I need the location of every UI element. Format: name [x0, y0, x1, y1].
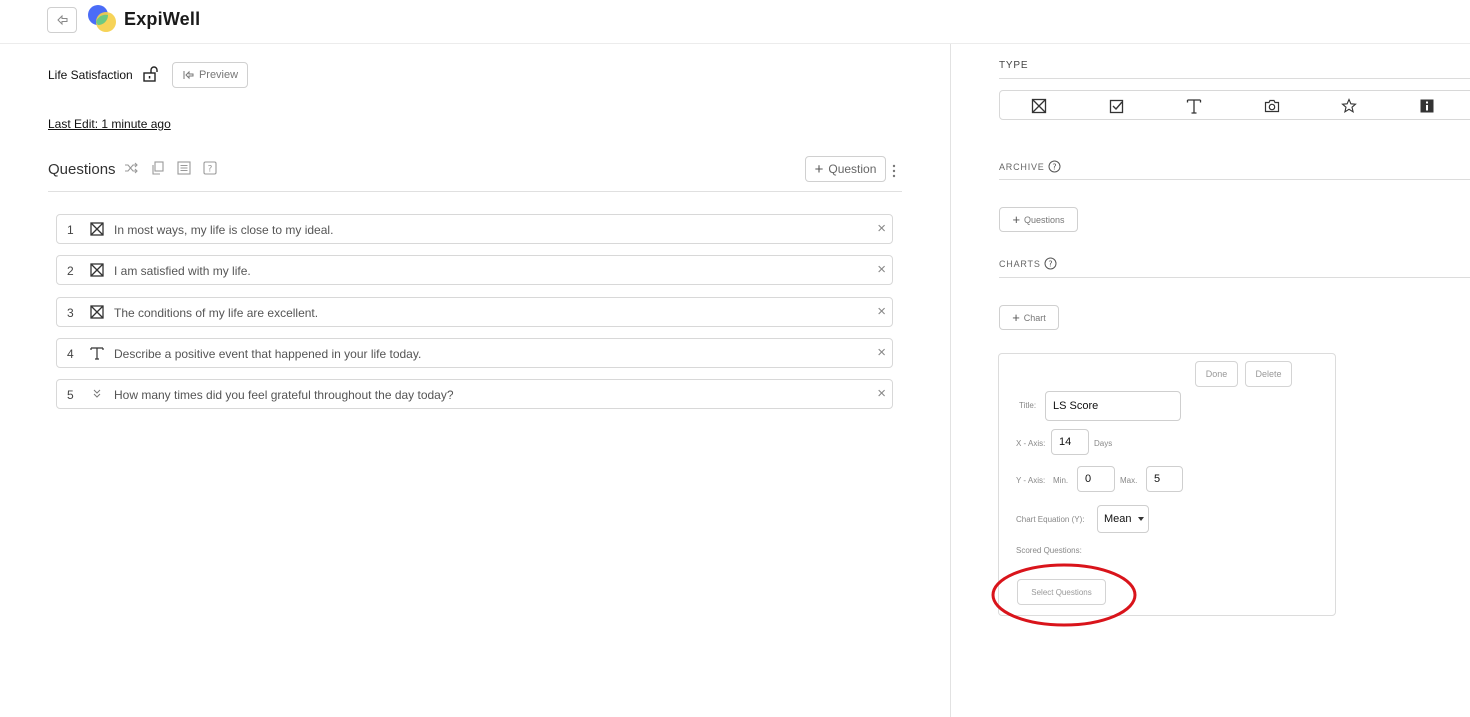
- preview-icon: [183, 70, 194, 80]
- add-archive-questions-button[interactable]: + Questions: [999, 207, 1078, 232]
- checkbox-icon[interactable]: [1109, 98, 1125, 114]
- question-row[interactable]: 5 How many times did you feel grateful t…: [56, 379, 893, 409]
- unlock-icon[interactable]: [142, 65, 160, 83]
- plus-icon: +: [1012, 310, 1020, 325]
- camera-icon[interactable]: [1264, 98, 1280, 114]
- app-name: ExpiWell: [124, 9, 201, 29]
- question-number: 2: [67, 264, 74, 278]
- question-number: 1: [67, 223, 74, 237]
- question-text: I am satisfied with my life.: [114, 264, 251, 278]
- caret-down-icon: [1137, 517, 1144, 521]
- svg-text:?: ?: [208, 165, 213, 175]
- question-row[interactable]: 1 In most ways, my life is close to my i…: [56, 214, 893, 244]
- charts-section-label: CHARTS: [999, 259, 1041, 269]
- archive-section-label: ARCHIVE: [999, 162, 1045, 172]
- copy-icon[interactable]: [151, 161, 165, 175]
- expiwell-logo-icon: [88, 5, 116, 32]
- equation-value: Mean: [1104, 513, 1132, 525]
- survey-title: Life Satisfaction: [48, 68, 133, 82]
- x-axis-unit: Days: [1094, 439, 1113, 448]
- question-text: How many times did you feel grateful thr…: [114, 388, 454, 402]
- type-divider: [999, 78, 1470, 79]
- svg-text:?: ?: [1052, 163, 1056, 172]
- add-question-button[interactable]: + Question: [805, 156, 886, 182]
- question-text: In most ways, my life is close to my ide…: [114, 223, 334, 237]
- close-icon[interactable]: ×: [877, 261, 886, 279]
- multiple-choice-icon: [90, 222, 104, 236]
- question-row[interactable]: 3 The conditions of my life are excellen…: [56, 297, 893, 327]
- question-number: 3: [67, 306, 74, 320]
- close-icon[interactable]: ×: [877, 385, 886, 403]
- x-axis-input[interactable]: 14: [1051, 429, 1089, 455]
- questions-heading: Questions: [48, 161, 116, 178]
- charts-divider: [999, 277, 1470, 278]
- close-icon[interactable]: ×: [877, 220, 886, 238]
- preview-label: Preview: [198, 69, 239, 81]
- plus-icon: +: [1012, 212, 1021, 227]
- shuffle-icon[interactable]: [124, 161, 138, 175]
- chart-button-label: Chart: [1023, 312, 1046, 323]
- y-max-input[interactable]: 5: [1146, 466, 1183, 492]
- equation-label: Chart Equation (Y):: [1016, 515, 1085, 524]
- plus-icon: +: [814, 160, 824, 178]
- question-help-icon[interactable]: ?: [203, 161, 217, 175]
- scored-questions-label: Scored Questions:: [1016, 546, 1082, 555]
- text-icon: [90, 347, 104, 360]
- star-icon[interactable]: [1341, 98, 1357, 114]
- highlight-ellipse: [991, 563, 1137, 627]
- list-icon[interactable]: [177, 161, 191, 175]
- archive-button-label: Questions: [1024, 214, 1065, 225]
- y-axis-label: Y - Axis:: [1016, 476, 1046, 485]
- done-button[interactable]: Done: [1195, 361, 1238, 387]
- question-number: 5: [67, 388, 74, 402]
- text-icon[interactable]: [1186, 98, 1202, 114]
- type-section-label: TYPE: [999, 60, 1029, 71]
- question-number: 4: [67, 347, 74, 361]
- y-min-input[interactable]: 0: [1077, 466, 1115, 492]
- question-row[interactable]: 2 I am satisfied with my life. ×: [56, 255, 893, 285]
- back-button[interactable]: [47, 7, 77, 33]
- x-axis-label: X - Axis:: [1016, 439, 1046, 448]
- delete-button[interactable]: Delete: [1245, 361, 1292, 387]
- preview-button[interactable]: Preview: [172, 62, 248, 88]
- question-type-bar: [999, 90, 1470, 120]
- help-circle-icon[interactable]: ?: [1044, 257, 1057, 270]
- chart-title-input[interactable]: LS Score: [1045, 391, 1181, 421]
- numeric-icon: [93, 389, 101, 398]
- add-chart-button[interactable]: + Chart: [999, 305, 1059, 330]
- panel-divider: [950, 44, 951, 717]
- equation-select[interactable]: Mean: [1097, 505, 1149, 533]
- question-text: Describe a positive event that happened …: [114, 347, 422, 361]
- y-max-label: Max.: [1120, 476, 1138, 485]
- top-bar: ExpiWell: [0, 0, 1470, 44]
- title-label: Title:: [1019, 401, 1037, 410]
- help-circle-icon[interactable]: ?: [1048, 160, 1061, 173]
- multiple-choice-icon: [90, 263, 104, 277]
- question-row[interactable]: 4 Describe a positive event that happene…: [56, 338, 893, 368]
- info-icon[interactable]: [1419, 98, 1435, 114]
- back-arrow-icon: [57, 14, 68, 26]
- archive-divider: [999, 179, 1470, 180]
- multiple-choice-icon[interactable]: [1031, 98, 1047, 114]
- multiple-choice-icon: [90, 305, 104, 319]
- close-icon[interactable]: ×: [877, 344, 886, 362]
- svg-text:?: ?: [1048, 260, 1052, 269]
- question-text: The conditions of my life are excellent.: [114, 306, 319, 320]
- more-options-icon[interactable]: [892, 164, 896, 178]
- add-question-label: Question: [828, 162, 877, 176]
- close-icon[interactable]: ×: [877, 303, 886, 321]
- last-edit-link[interactable]: Last Edit: 1 minute ago: [48, 117, 171, 131]
- y-min-label: Min.: [1053, 476, 1069, 485]
- questions-divider: [48, 191, 902, 192]
